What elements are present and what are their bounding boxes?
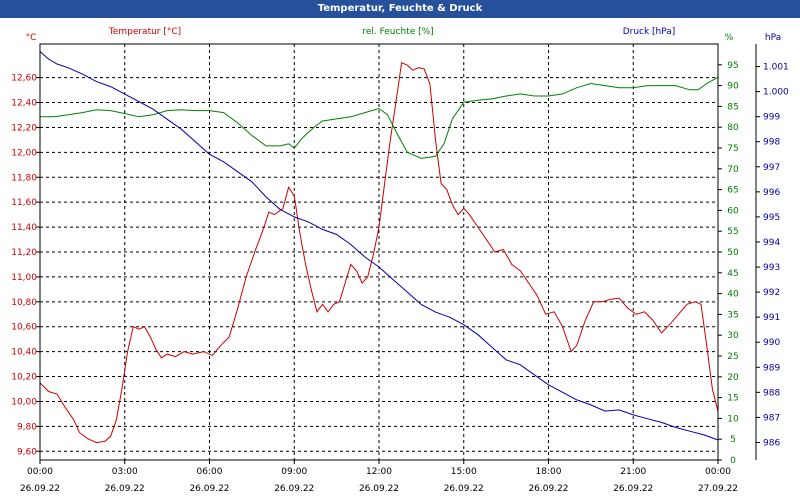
x-tick-time-label: 00:00 <box>27 467 53 477</box>
temperature-tick-label: 11,20 <box>11 248 37 258</box>
humidity-tick-label: 65 <box>727 186 738 196</box>
humidity-unit: % <box>725 33 734 43</box>
x-tick-date-label: 27.09.22 <box>698 484 738 494</box>
humidity-tick-label: 80 <box>727 123 739 133</box>
temperature-axis-title: Temperatur [°C] <box>108 27 181 37</box>
temperature-tick-label: 11,40 <box>11 223 37 233</box>
pressure-tick-label: 986 <box>763 438 780 448</box>
humidity-tick-label: 95 <box>727 61 738 71</box>
temperature-tick-label: 12,00 <box>11 148 37 158</box>
pressure-tick-label: 990 <box>763 338 780 348</box>
pressure-tick-label: 992 <box>763 288 780 298</box>
pressure-tick-label: 1.000 <box>763 88 789 98</box>
humidity-tick-label: 55 <box>727 227 738 237</box>
temperature-tick-label: 9,60 <box>17 447 37 457</box>
humidity-tick-label: 75 <box>727 144 738 154</box>
temperature-tick-label: 10,00 <box>11 397 37 407</box>
window-title: Temperatur, Feuchte & Druck <box>0 0 800 18</box>
humidity-tick-label: 85 <box>727 102 738 112</box>
humidity-tick-label: 20 <box>727 373 739 383</box>
x-tick-date-label: 26.09.22 <box>274 484 314 494</box>
pressure-tick-label: 991 <box>763 313 780 323</box>
temperature-tick-label: 10,60 <box>11 323 37 333</box>
x-tick-time-label: 21:00 <box>620 467 646 477</box>
temperature-tick-label: 11,60 <box>11 198 37 208</box>
pressure-tick-label: 993 <box>763 263 780 273</box>
pressure-tick-label: 995 <box>763 213 780 223</box>
x-tick-date-label: 26.09.22 <box>189 484 229 494</box>
humidity-tick-label: 45 <box>727 269 738 279</box>
pressure-tick-label: 989 <box>763 363 780 373</box>
x-tick-time-label: 15:00 <box>451 467 477 477</box>
humidity-tick-label: 15 <box>727 394 738 404</box>
humidity-axis-title: rel. Feuchte [%] <box>362 27 433 37</box>
pressure-axis-title: Druck [hPa] <box>623 27 676 37</box>
temperature-unit: °C <box>26 33 37 43</box>
temperature-tick-label: 12,20 <box>11 123 37 133</box>
humidity-tick-label: 5 <box>730 435 736 445</box>
x-tick-time-label: 06:00 <box>197 467 223 477</box>
chart: 00:00 26.09.22 03:00 26.09.22 06:00 26.09.22 0… <box>0 18 800 500</box>
pressure-tick-label: 998 <box>763 138 780 148</box>
x-tick-date-label: 26.09.22 <box>359 484 399 494</box>
temperature-tick-label: 11,80 <box>11 173 37 183</box>
x-tick-date-label: 26.09.22 <box>613 484 653 494</box>
temperature-tick-label: 12,60 <box>11 74 37 84</box>
x-tick-time-label: 18:00 <box>536 467 562 477</box>
pressure-tick-label: 987 <box>763 413 780 423</box>
humidity-tick-label: 60 <box>727 206 739 216</box>
pressure-tick-label: 988 <box>763 388 780 398</box>
temperature-tick-label: 12,40 <box>11 99 37 109</box>
pressure-tick-label: 996 <box>763 188 780 198</box>
x-tick-time-label: 12:00 <box>366 467 392 477</box>
pressure-unit: hPa <box>765 33 781 43</box>
humidity-tick-label: 70 <box>727 165 739 175</box>
x-tick-time-label: 00:00 <box>705 467 731 477</box>
temperature-tick-label: 10,80 <box>11 298 37 308</box>
temperature-tick-label: 10,40 <box>11 348 37 358</box>
pressure-tick-label: 999 <box>763 113 780 123</box>
humidity-tick-label: 40 <box>727 290 739 300</box>
x-tick-date-label: 26.09.22 <box>20 484 60 494</box>
humidity-tick-label: 10 <box>727 414 739 424</box>
pressure-tick-label: 997 <box>763 163 780 173</box>
humidity-tick-label: 35 <box>727 310 738 320</box>
x-tick-time-label: 03:00 <box>112 467 138 477</box>
pressure-tick-label: 1.001 <box>763 63 789 73</box>
humidity-tick-label: 25 <box>727 352 738 362</box>
humidity-tick-label: 0 <box>730 456 736 466</box>
x-tick-date-label: 26.09.22 <box>444 484 484 494</box>
pressure-tick-label: 994 <box>763 238 780 248</box>
humidity-tick-label: 50 <box>727 248 739 258</box>
temperature-tick-label: 11,00 <box>11 273 37 283</box>
temperature-tick-label: 9,80 <box>17 422 37 432</box>
x-tick-date-label: 26.09.22 <box>105 484 145 494</box>
x-tick-time-label: 09:00 <box>281 467 307 477</box>
humidity-tick-label: 90 <box>727 82 739 92</box>
x-tick-date-label: 26.09.22 <box>528 484 568 494</box>
humidity-tick-label: 30 <box>727 331 739 341</box>
temperature-tick-label: 10,20 <box>11 373 37 383</box>
